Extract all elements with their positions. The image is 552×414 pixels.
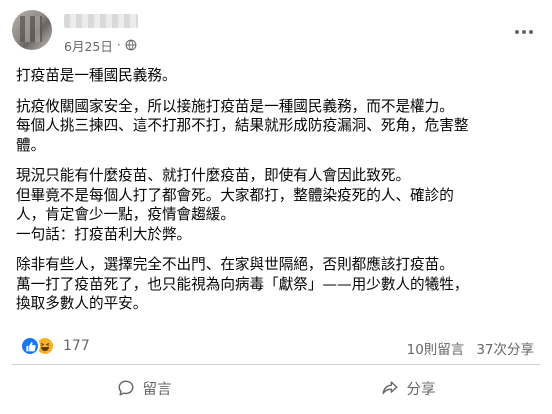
post-line: 現況只能有什麼疫苗、就打什麼疫苗，即使有人會因此致死。 bbox=[16, 167, 411, 184]
post-line: 換取多數人的平安。 bbox=[16, 295, 148, 312]
globe-icon[interactable] bbox=[125, 39, 137, 51]
action-bar: 留言 分享 bbox=[12, 368, 540, 408]
comment-icon bbox=[118, 380, 133, 396]
post-line: 打疫苗是一種國民義務。 bbox=[16, 67, 177, 84]
comment-label: 留言 bbox=[142, 381, 172, 398]
engagement-stats: 10則留言 37次分享 bbox=[407, 338, 534, 358]
post-line: 萬一打了疫苗死了，也只能視為向病毒「獻祭」——用少數人的犧牲， bbox=[16, 275, 469, 293]
post-body: 打疫苗是一種國民義務。 抗疫攸關國家安全，所以接施打疫苗是一種國民義務，而不是權… bbox=[16, 66, 540, 325]
post-line: 除非有些人，選擇完全不出門、在家與世隔絕，否則都應該打疫苗。 bbox=[16, 256, 454, 273]
post-line: 一句話：打疫苗利大於弊。 bbox=[16, 225, 192, 243]
post-line: 人，肯定會少一點，疫情會趨緩。 bbox=[16, 206, 235, 223]
share-label: 分享 bbox=[406, 381, 436, 398]
post-line: 但畢竟不是每個人打了都會死。大家都打，整體染疫死的人、確診的 bbox=[16, 186, 454, 204]
post-line: 體。 bbox=[16, 136, 46, 154]
post-line: 抗疫攸關國家安全，所以接施打疫苗是一種國民義務，而不是權力。 bbox=[16, 97, 454, 115]
post-paragraph: 現況只能有什麼疫苗、就打什麼疫苗，即使有人會因此致死。 但畢竟不是每個人打了都會… bbox=[16, 166, 540, 244]
reactions-summary[interactable]: 177 bbox=[20, 336, 90, 356]
comment-count[interactable]: 10則留言 bbox=[407, 338, 465, 358]
share-button[interactable]: 分享 bbox=[276, 368, 540, 408]
post-header: 6月25日 · bbox=[12, 10, 540, 60]
avatar[interactable] bbox=[12, 10, 52, 50]
post-card: 6月25日 · 打疫苗是一種國民義務。 抗疫攸關國家安全，所以接施打疫苗是一種國… bbox=[0, 0, 552, 414]
meta-separator: · bbox=[116, 38, 121, 52]
share-icon bbox=[382, 381, 397, 395]
post-line: 每個人挑三揀四、這不打那不打，結果就形成防疫漏洞、死角，危害整 bbox=[16, 117, 469, 134]
more-options-icon[interactable] bbox=[512, 22, 536, 42]
post-paragraph: 打疫苗是一種國民義務。 bbox=[16, 66, 540, 86]
reaction-count[interactable]: 177 bbox=[63, 338, 90, 354]
post-paragraph: 抗疫攸關國家安全，所以接施打疫苗是一種國民義務，而不是權力。 每個人挑三揀四、這… bbox=[16, 97, 540, 156]
comment-button[interactable]: 留言 bbox=[12, 368, 276, 408]
author-name[interactable] bbox=[64, 14, 138, 28]
like-icon bbox=[20, 336, 40, 356]
divider bbox=[12, 364, 540, 365]
post-meta: 6月25日 · bbox=[64, 36, 137, 54]
post-paragraph: 除非有些人，選擇完全不出門、在家與世隔絕，否則都應該打疫苗。 萬一打了疫苗死了，… bbox=[16, 255, 540, 314]
share-count[interactable]: 37次分享 bbox=[476, 338, 534, 358]
post-stats: 177 10則留言 37次分享 bbox=[12, 334, 540, 358]
post-date[interactable]: 6月25日 bbox=[64, 36, 113, 55]
